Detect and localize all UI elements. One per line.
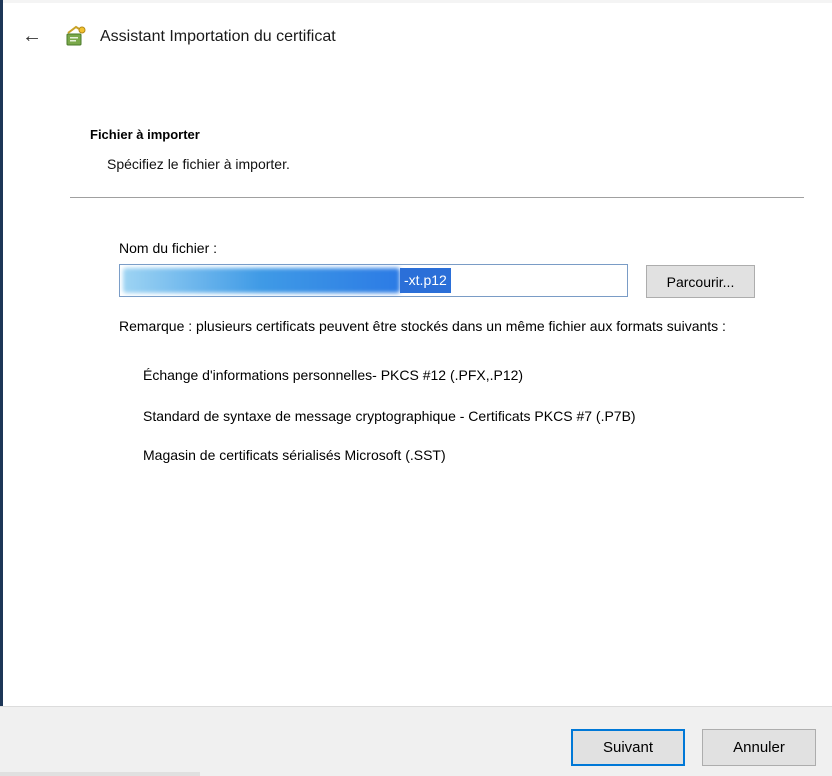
header-separator (70, 197, 804, 198)
wizard-footer: Suivant Annuler (0, 706, 832, 776)
cancel-button[interactable]: Annuler (702, 729, 816, 766)
window-title: Assistant Importation du certificat (100, 28, 336, 45)
file-name-input[interactable]: -xt.p12 (119, 264, 628, 297)
format-item: Standard de syntaxe de message cryptogra… (143, 408, 636, 424)
section-heading: Fichier à importer (90, 127, 200, 142)
window-left-edge (0, 0, 3, 776)
file-name-selected-text: -xt.p12 (400, 268, 451, 293)
format-item: Magasin de certificats sérialisés Micros… (143, 447, 446, 463)
bottom-edge (0, 772, 200, 776)
browse-button[interactable]: Parcourir... (646, 265, 755, 298)
file-name-label: Nom du fichier : (119, 240, 218, 256)
section-subheading: Spécifiez le fichier à importer. (107, 156, 290, 172)
format-item: Échange d'informations personnelles- PKC… (143, 367, 524, 383)
formats-note: Remarque : plusieurs certificats peuvent… (119, 318, 726, 334)
redacted-path (123, 268, 400, 293)
back-arrow-icon[interactable]: ← (20, 24, 44, 48)
certificate-wizard-icon (64, 24, 88, 48)
next-button[interactable]: Suivant (571, 729, 685, 766)
wizard-header: ← Assistant Importation du certificat (0, 0, 832, 80)
